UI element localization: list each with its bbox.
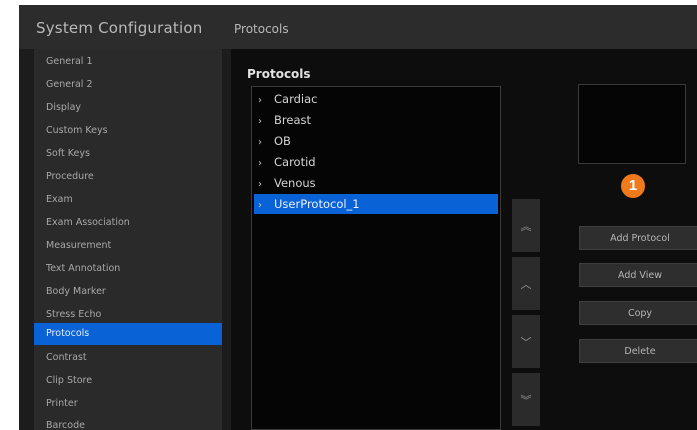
tree-item-label: Breast: [274, 113, 311, 127]
sidebar-item-custom-keys[interactable]: Custom Keys: [34, 120, 222, 142]
sidebar-item-barcode[interactable]: Barcode: [34, 415, 222, 430]
chevron-right-icon[interactable]: ›: [258, 133, 270, 153]
double-chevron-up-icon: ︽: [520, 219, 532, 233]
sidebar-item-general-1[interactable]: General 1: [34, 51, 222, 73]
step-badge: 1: [621, 174, 645, 198]
protocol-tree: › Cardiac › Breast › OB › Carotid › Venous › U…: [251, 86, 501, 430]
sidebar-item-exam-association[interactable]: Exam Association: [34, 212, 222, 234]
tree-item-label: Venous: [274, 176, 316, 190]
tree-item-venous[interactable]: › Venous: [254, 173, 498, 193]
sidebar: General 1 General 2 Display Custom Keys …: [34, 49, 222, 430]
sidebar-item-clip-store[interactable]: Clip Store: [34, 370, 222, 392]
delete-button[interactable]: Delete: [579, 339, 697, 363]
sidebar-item-measurement[interactable]: Measurement: [34, 235, 222, 257]
sidebar-item-body-marker[interactable]: Body Marker: [34, 281, 222, 303]
app-title: System Configuration: [36, 19, 203, 37]
add-protocol-button[interactable]: Add Protocol: [579, 226, 697, 250]
sidebar-item-printer[interactable]: Printer: [34, 393, 222, 415]
tree-item-carotid[interactable]: › Carotid: [254, 152, 498, 172]
sidebar-item-protocols[interactable]: Protocols: [34, 323, 222, 345]
tree-item-label: OB: [274, 134, 291, 148]
tree-item-label: UserProtocol_1: [274, 197, 360, 211]
sidebar-item-text-annotation[interactable]: Text Annotation: [34, 258, 222, 280]
tree-item-cardiac[interactable]: › Cardiac: [254, 89, 498, 109]
chevron-right-icon[interactable]: ›: [258, 112, 270, 132]
tree-item-breast[interactable]: › Breast: [254, 110, 498, 130]
chevron-right-icon[interactable]: ›: [258, 91, 270, 111]
add-view-button[interactable]: Add View: [579, 263, 697, 287]
sidebar-item-soft-keys[interactable]: Soft Keys: [34, 143, 222, 165]
tree-item-ob[interactable]: › OB: [254, 131, 498, 151]
sidebar-item-procedure[interactable]: Procedure: [34, 166, 222, 188]
protocols-panel: Protocols › Cardiac › Breast › OB › Carotid …: [231, 49, 697, 430]
chevron-right-icon[interactable]: ›: [258, 196, 270, 216]
title-bar: System Configuration Protocols: [19, 5, 697, 49]
section-title: Protocols: [247, 67, 311, 81]
move-to-bottom-button[interactable]: ︾: [512, 373, 540, 426]
chevron-down-icon: ﹀: [520, 335, 532, 349]
protocol-preview: [578, 84, 686, 164]
sidebar-item-general-2[interactable]: General 2: [34, 74, 222, 96]
tree-item-label: Cardiac: [274, 92, 318, 106]
move-down-button[interactable]: ﹀: [512, 315, 540, 368]
move-to-top-button[interactable]: ︽: [512, 199, 540, 252]
tree-item-label: Carotid: [274, 155, 316, 169]
sidebar-item-contrast[interactable]: Contrast: [34, 347, 222, 369]
chevron-right-icon[interactable]: ›: [258, 175, 270, 195]
copy-button[interactable]: Copy: [579, 301, 697, 325]
move-up-button[interactable]: ︿: [512, 257, 540, 310]
chevron-up-icon: ︿: [520, 277, 532, 291]
double-chevron-down-icon: ︾: [520, 393, 532, 407]
chevron-right-icon[interactable]: ›: [258, 154, 270, 174]
system-configuration-window: System Configuration Protocols General 1…: [19, 5, 697, 430]
page-title: Protocols: [234, 22, 289, 36]
sidebar-item-exam[interactable]: Exam: [34, 189, 222, 211]
sidebar-item-display[interactable]: Display: [34, 97, 222, 119]
tree-item-userprotocol-1[interactable]: › UserProtocol_1: [254, 194, 498, 214]
